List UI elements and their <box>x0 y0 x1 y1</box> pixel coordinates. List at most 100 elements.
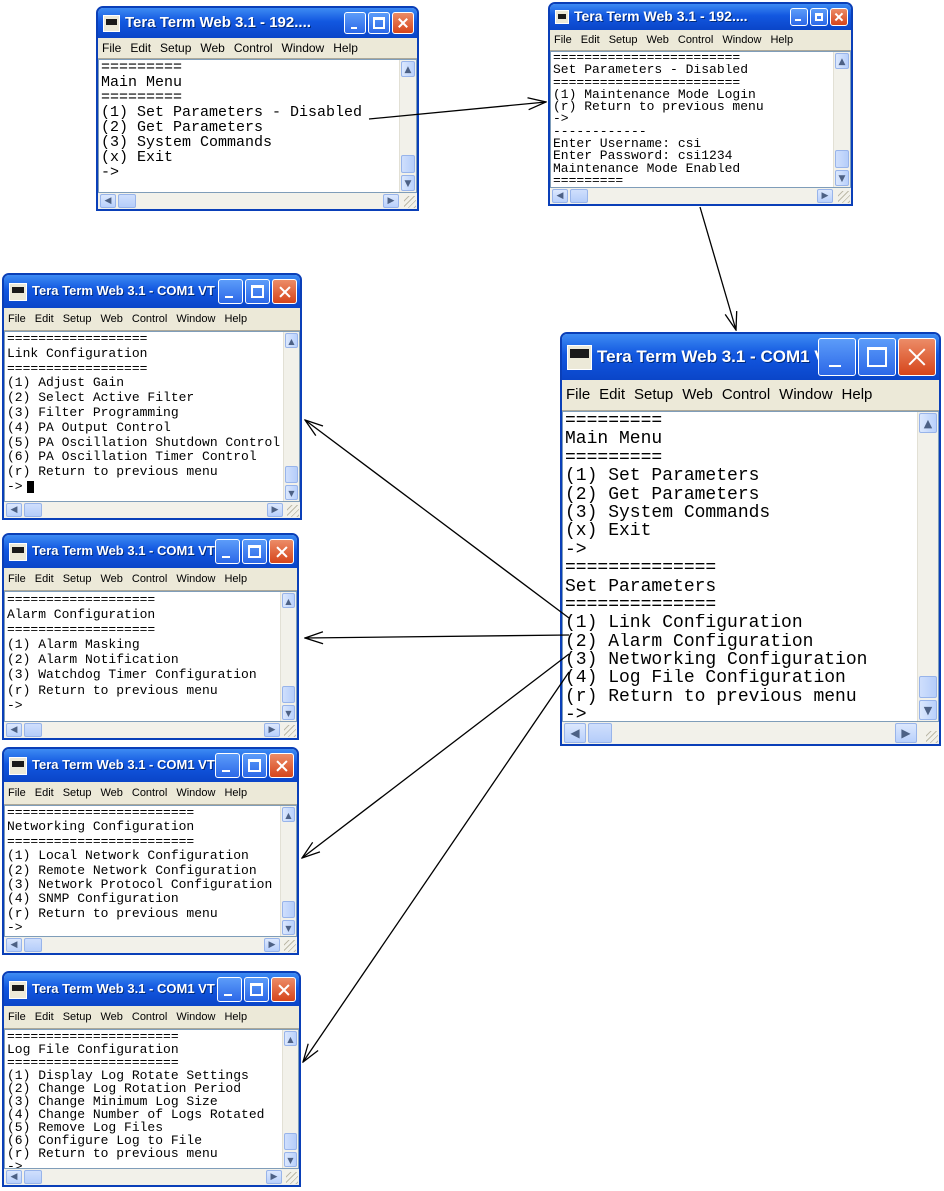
horizontal-scroll-thumb[interactable] <box>118 194 136 208</box>
horizontal-scroll-thumb[interactable] <box>24 723 42 737</box>
app-icon[interactable] <box>567 345 592 370</box>
menu-file[interactable]: File <box>8 1006 26 1028</box>
menu-setup[interactable]: Setup <box>63 568 92 590</box>
close-button[interactable] <box>269 539 294 564</box>
close-button[interactable] <box>392 12 414 34</box>
menu-edit[interactable]: Edit <box>599 380 625 410</box>
menu-setup[interactable]: Setup <box>634 380 673 410</box>
scroll-up-button[interactable]: ▲ <box>285 333 298 348</box>
menu-web[interactable]: Web <box>100 782 122 804</box>
terminal-text[interactable]: ====================== Log File Configura… <box>5 1030 283 1168</box>
close-button[interactable] <box>269 753 294 778</box>
horizontal-scrollbar[interactable]: ◀ ▶ <box>562 722 939 744</box>
terminal-area[interactable]: ========= Main Menu ========= (1) Set Param… <box>98 59 417 193</box>
app-icon[interactable] <box>555 10 569 24</box>
horizontal-scrollbar[interactable]: ◀ ▶ <box>98 193 417 209</box>
menu-window[interactable]: Window <box>176 308 215 330</box>
horizontal-scroll-thumb[interactable] <box>588 723 612 743</box>
menu-control[interactable]: Control <box>132 568 167 590</box>
title-bar[interactable]: Tera Term Web 3.1 - COM1 VT <box>4 275 300 308</box>
scroll-right-button[interactable]: ▶ <box>817 189 833 203</box>
scroll-right-button[interactable]: ▶ <box>267 503 283 517</box>
resize-grip-icon[interactable] <box>838 191 850 203</box>
scroll-down-button[interactable]: ▼ <box>835 170 849 186</box>
menu-control[interactable]: Control <box>722 380 770 410</box>
scroll-up-button[interactable]: ▲ <box>282 807 295 822</box>
menu-edit[interactable]: Edit <box>35 782 54 804</box>
horizontal-scrollbar[interactable]: ◀ ▶ <box>4 722 297 738</box>
menu-window[interactable]: Window <box>176 568 215 590</box>
menu-control[interactable]: Control <box>132 782 167 804</box>
close-button[interactable] <box>272 279 297 304</box>
scroll-right-button[interactable]: ▶ <box>383 194 399 208</box>
title-bar[interactable]: Tera Term Web 3.1 - 192.... <box>550 4 851 30</box>
horizontal-scrollbar[interactable]: ◀ ▶ <box>4 937 297 953</box>
menu-edit[interactable]: Edit <box>35 308 54 330</box>
menu-window[interactable]: Window <box>176 782 215 804</box>
resize-grip-icon[interactable] <box>284 940 296 952</box>
menu-setup[interactable]: Setup <box>160 38 191 58</box>
maximize-button[interactable] <box>858 338 896 376</box>
scroll-down-button[interactable]: ▼ <box>282 920 295 935</box>
menu-edit[interactable]: Edit <box>35 568 54 590</box>
minimize-button[interactable] <box>218 279 243 304</box>
app-icon[interactable] <box>9 283 27 301</box>
menu-help[interactable]: Help <box>224 1006 247 1028</box>
vertical-scrollbar[interactable]: ▲ ▼ <box>833 52 850 187</box>
horizontal-scroll-thumb[interactable] <box>24 938 42 952</box>
terminal-area[interactable]: ======================== Set Parameters -… <box>550 51 851 188</box>
scroll-right-button[interactable]: ▶ <box>895 723 917 743</box>
minimize-button[interactable] <box>790 8 808 26</box>
minimize-button[interactable] <box>344 12 366 34</box>
resize-grip-icon[interactable] <box>286 1172 298 1184</box>
terminal-text[interactable]: ================== Link Configuration ====… <box>5 332 284 501</box>
scroll-down-button[interactable]: ▼ <box>282 705 295 720</box>
horizontal-scroll-thumb[interactable] <box>24 1170 42 1184</box>
menu-web[interactable]: Web <box>100 308 122 330</box>
resize-grip-icon[interactable] <box>926 731 938 743</box>
app-icon[interactable] <box>9 981 27 999</box>
scroll-up-button[interactable]: ▲ <box>835 53 849 69</box>
title-bar[interactable]: Tera Term Web 3.1 - COM1 VT <box>562 334 939 380</box>
menu-help[interactable]: Help <box>224 782 247 804</box>
menu-window[interactable]: Window <box>779 380 832 410</box>
menu-help[interactable]: Help <box>224 568 247 590</box>
scroll-thumb[interactable] <box>285 466 298 483</box>
vertical-scrollbar[interactable]: ▲ ▼ <box>282 1030 298 1168</box>
app-icon[interactable] <box>103 15 120 32</box>
scroll-left-button[interactable]: ◀ <box>6 723 22 737</box>
terminal-area[interactable]: ====================== Log File Configura… <box>4 1029 299 1169</box>
vertical-scrollbar[interactable]: ▲ ▼ <box>283 332 299 501</box>
terminal-area[interactable]: =================== Alarm Configuration ==… <box>4 591 297 722</box>
maximize-button[interactable] <box>368 12 390 34</box>
menu-window[interactable]: Window <box>722 30 761 50</box>
menu-control[interactable]: Control <box>132 308 167 330</box>
scroll-left-button[interactable]: ◀ <box>100 194 116 208</box>
menu-file[interactable]: File <box>8 782 26 804</box>
scroll-thumb[interactable] <box>284 1133 297 1150</box>
minimize-button[interactable] <box>217 977 242 1002</box>
terminal-area[interactable]: ================== Link Configuration ====… <box>4 331 300 502</box>
maximize-button[interactable] <box>242 753 267 778</box>
vertical-scrollbar[interactable]: ▲ ▼ <box>917 412 938 721</box>
horizontal-scrollbar[interactable]: ◀ ▶ <box>4 502 300 518</box>
horizontal-scroll-thumb[interactable] <box>570 189 588 203</box>
menu-file[interactable]: File <box>566 380 590 410</box>
scroll-down-button[interactable]: ▼ <box>284 1152 297 1167</box>
menu-setup[interactable]: Setup <box>63 1006 92 1028</box>
menu-help[interactable]: Help <box>770 30 793 50</box>
menu-control[interactable]: Control <box>678 30 713 50</box>
menu-help[interactable]: Help <box>224 308 247 330</box>
scroll-up-button[interactable]: ▲ <box>282 593 295 608</box>
scroll-thumb[interactable] <box>282 901 295 918</box>
menu-setup[interactable]: Setup <box>63 308 92 330</box>
scroll-thumb[interactable] <box>282 686 295 703</box>
menu-file[interactable]: File <box>554 30 572 50</box>
scroll-left-button[interactable]: ◀ <box>6 503 22 517</box>
scroll-down-button[interactable]: ▼ <box>285 485 298 500</box>
app-icon[interactable] <box>9 543 27 561</box>
menu-file[interactable]: File <box>8 568 26 590</box>
menu-setup[interactable]: Setup <box>63 782 92 804</box>
scroll-left-button[interactable]: ◀ <box>564 723 586 743</box>
menu-help[interactable]: Help <box>333 38 358 58</box>
